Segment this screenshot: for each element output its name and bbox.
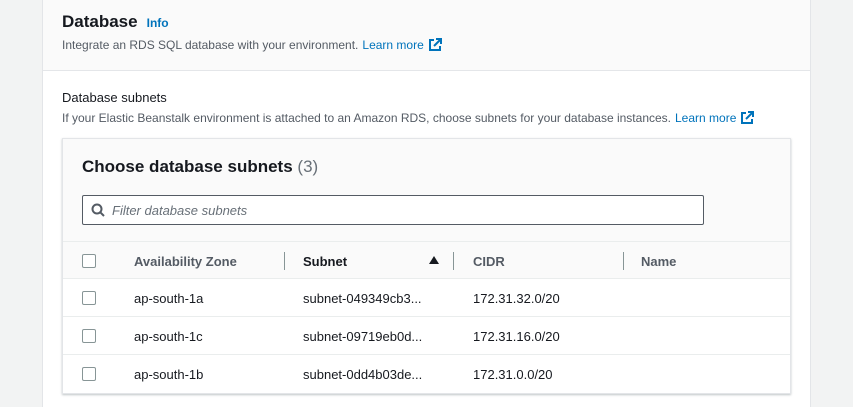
panel-title: Database [62,12,138,31]
filter-field[interactable] [82,195,704,225]
panel-description: Integrate an RDS SQL database with your … [62,38,810,52]
table-title: Choose database subnets (3) [82,157,318,177]
column-header-name[interactable]: Name [641,242,676,280]
column-divider[interactable] [623,252,624,270]
sort-ascending-icon[interactable] [429,256,439,264]
database-subnets-label: Database subnets [62,90,167,105]
cell-cidr: 172.31.0.0/20 [473,366,553,382]
column-header-cidr[interactable]: CIDR [473,242,505,280]
database-panel: Database Info Integrate an RDS SQL datab… [42,0,811,407]
column-divider[interactable] [284,252,285,270]
row-checkbox[interactable] [82,329,96,343]
select-all-checkbox[interactable] [82,254,96,268]
subnets-table-card: Choose database subnets (3) Availability… [62,138,791,394]
table-row[interactable]: ap-south-1a subnet-049349cb3... 172.31.3… [63,279,790,317]
learn-more-link[interactable]: Learn more [362,38,423,52]
database-subnets-section: Database subnets If your Elastic Beansta… [43,71,810,125]
table-title-text: Choose database subnets [82,157,293,176]
external-link-icon[interactable] [428,38,442,52]
filter-input[interactable] [112,202,692,218]
database-subnets-description: If your Elastic Beanstalk environment is… [62,111,810,125]
column-header-subnet[interactable]: Subnet [303,242,347,280]
subnets-learn-more-link[interactable]: Learn more [675,111,736,125]
cell-subnet: subnet-0dd4b03de... [303,366,423,382]
panel-header: Database Info Integrate an RDS SQL datab… [43,0,810,71]
cell-subnet: subnet-09719eb0d... [303,328,423,344]
table-count: (3) [297,157,319,176]
cell-availability-zone: ap-south-1c [134,328,203,344]
database-subnets-description-text: If your Elastic Beanstalk environment is… [62,111,671,125]
panel-description-text: Integrate an RDS SQL database with your … [62,38,359,52]
table-row[interactable]: ap-south-1c subnet-09719eb0d... 172.31.1… [63,317,790,355]
row-checkbox[interactable] [82,367,96,381]
table-row[interactable]: ap-south-1b subnet-0dd4b03de... 172.31.0… [63,355,790,393]
external-link-icon[interactable] [740,111,755,125]
cell-cidr: 172.31.16.0/20 [473,328,560,344]
cell-availability-zone: ap-south-1b [134,366,204,382]
table-header: Availability Zone Subnet CIDR Name [63,241,790,279]
cell-subnet: subnet-049349cb3... [303,290,422,306]
row-checkbox[interactable] [82,291,96,305]
search-icon [91,203,105,217]
cell-availability-zone: ap-south-1a [134,290,204,306]
column-divider[interactable] [453,252,454,270]
column-header-availability-zone[interactable]: Availability Zone [134,242,237,280]
info-link[interactable]: Info [147,16,169,30]
cell-cidr: 172.31.32.0/20 [473,290,560,306]
